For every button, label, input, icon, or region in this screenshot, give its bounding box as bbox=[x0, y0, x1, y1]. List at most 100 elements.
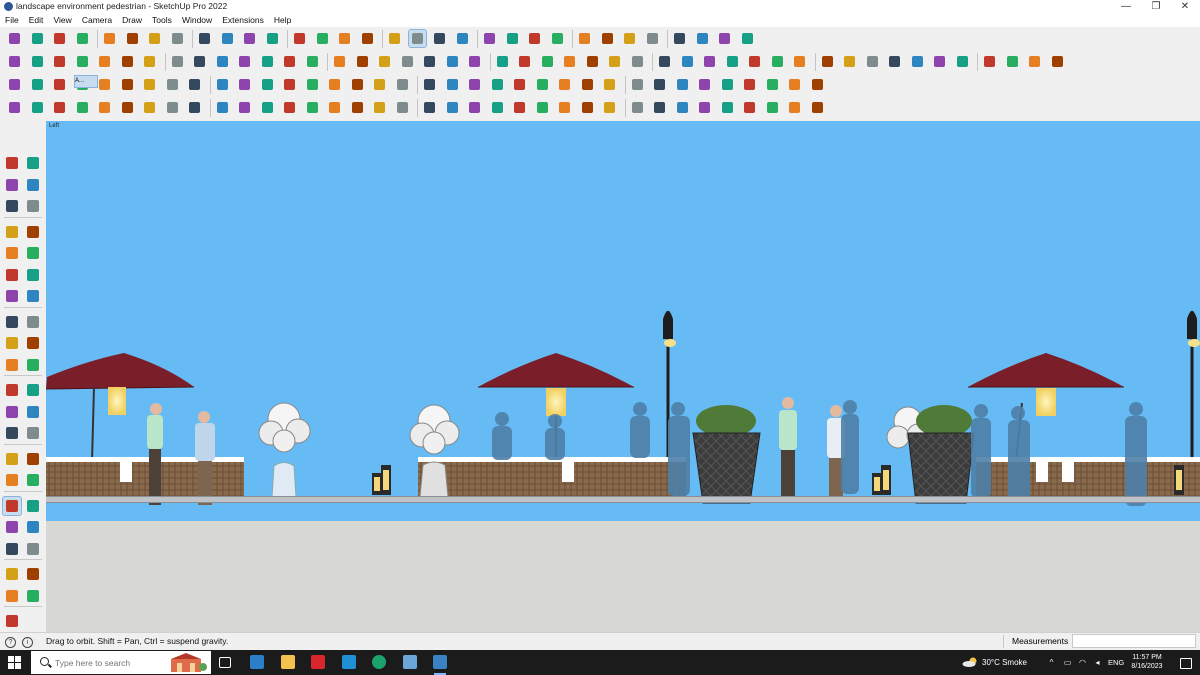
row4-tool-icon[interactable] bbox=[74, 99, 91, 116]
row2-tool-icon[interactable] bbox=[399, 53, 416, 70]
menu-help[interactable]: Help bbox=[274, 14, 291, 27]
row4-tool-icon[interactable] bbox=[259, 99, 276, 116]
row2-tool-icon[interactable] bbox=[1004, 53, 1021, 70]
volume-icon[interactable]: ◂ bbox=[1093, 658, 1102, 667]
row2-tool-icon[interactable] bbox=[421, 53, 438, 70]
row2-tool-icon[interactable] bbox=[864, 53, 881, 70]
orbit-icon[interactable] bbox=[24, 154, 42, 172]
row2-tool-icon[interactable] bbox=[516, 53, 533, 70]
row4-tool-icon[interactable] bbox=[719, 99, 736, 116]
section-plane-icon[interactable] bbox=[24, 565, 42, 583]
row2-tool-icon[interactable] bbox=[191, 53, 208, 70]
paint-bucket-icon[interactable] bbox=[3, 176, 21, 194]
autocad-icon[interactable] bbox=[309, 653, 327, 671]
row3-tool-icon[interactable] bbox=[444, 76, 461, 93]
rotated-rectangle-icon[interactable] bbox=[24, 244, 42, 262]
row2-tool-icon[interactable] bbox=[679, 53, 696, 70]
protractor-icon[interactable] bbox=[3, 424, 21, 442]
row2-tool-icon[interactable] bbox=[354, 53, 371, 70]
row4-tool-icon[interactable] bbox=[29, 99, 46, 116]
row2-tool-icon[interactable] bbox=[981, 53, 998, 70]
notification-icon[interactable] bbox=[1180, 658, 1192, 669]
extension-icon[interactable] bbox=[549, 30, 566, 47]
subtract-icon[interactable] bbox=[671, 30, 688, 47]
section-plane-icon[interactable] bbox=[431, 30, 448, 47]
row4-tool-icon[interactable] bbox=[281, 99, 298, 116]
row2-tool-icon[interactable] bbox=[444, 53, 461, 70]
row3-tool-icon[interactable] bbox=[511, 76, 528, 93]
row2-tool-icon[interactable] bbox=[629, 53, 646, 70]
row2-tool-icon[interactable] bbox=[96, 53, 113, 70]
rotate-icon[interactable] bbox=[219, 30, 236, 47]
row2-tool-icon[interactable] bbox=[51, 53, 68, 70]
row3-tool-icon[interactable] bbox=[696, 76, 713, 93]
zoom-icon[interactable] bbox=[386, 30, 403, 47]
row3-tool-icon[interactable] bbox=[601, 76, 618, 93]
circle-icon[interactable] bbox=[3, 266, 21, 284]
row2-tool-icon[interactable] bbox=[886, 53, 903, 70]
photos-icon[interactable] bbox=[340, 653, 358, 671]
freehand-icon[interactable] bbox=[24, 223, 42, 241]
row3-tool-icon[interactable] bbox=[281, 76, 298, 93]
row3-tool-icon[interactable] bbox=[764, 76, 781, 93]
rectangle-icon[interactable] bbox=[3, 244, 21, 262]
move-icon[interactable] bbox=[3, 334, 21, 352]
pan-icon[interactable] bbox=[24, 471, 42, 489]
row3-tool-icon[interactable] bbox=[236, 76, 253, 93]
row2-tool-icon[interactable] bbox=[169, 53, 186, 70]
close-button[interactable]: ✕ bbox=[1170, 0, 1200, 14]
calculator-icon[interactable] bbox=[248, 653, 266, 671]
restore-button[interactable]: ❐ bbox=[1141, 0, 1171, 14]
row4-tool-icon[interactable] bbox=[696, 99, 713, 116]
pencil-icon[interactable] bbox=[74, 30, 91, 47]
row2-tool-icon[interactable] bbox=[1049, 53, 1066, 70]
row2-tool-icon[interactable] bbox=[331, 53, 348, 70]
clock[interactable]: 11:57 PM 8/16/2023 bbox=[1128, 653, 1166, 671]
edge-icon[interactable] bbox=[370, 653, 388, 671]
menu-view[interactable]: View bbox=[53, 14, 71, 27]
row4-tool-icon[interactable] bbox=[629, 99, 646, 116]
row3-tool-icon[interactable] bbox=[96, 76, 113, 93]
row3-tool-icon[interactable] bbox=[534, 76, 551, 93]
row2-tool-icon[interactable] bbox=[119, 53, 136, 70]
row2-tool-icon[interactable] bbox=[466, 53, 483, 70]
row3-tool-icon[interactable] bbox=[304, 76, 321, 93]
two-point-arc-icon[interactable] bbox=[24, 287, 42, 305]
hand-icon[interactable] bbox=[739, 30, 756, 47]
dimension-icon[interactable] bbox=[24, 403, 42, 421]
row4-tool-icon[interactable] bbox=[764, 99, 781, 116]
sandbox-icon[interactable] bbox=[599, 30, 616, 47]
pan-icon[interactable] bbox=[359, 30, 376, 47]
row3-tool-icon[interactable] bbox=[651, 76, 668, 93]
row4-tool-icon[interactable] bbox=[141, 99, 158, 116]
tray-tab[interactable]: A... bbox=[74, 75, 98, 88]
axes-icon[interactable] bbox=[576, 30, 593, 47]
row2-tool-icon[interactable] bbox=[931, 53, 948, 70]
row2-tool-icon[interactable] bbox=[584, 53, 601, 70]
row3-tool-icon[interactable] bbox=[259, 76, 276, 93]
scale-icon[interactable] bbox=[3, 381, 21, 399]
text-icon[interactable] bbox=[24, 424, 42, 442]
undo-icon[interactable] bbox=[694, 30, 711, 47]
styles-icon[interactable] bbox=[3, 612, 21, 630]
three-point-arc-icon[interactable] bbox=[24, 313, 42, 331]
measurements-input[interactable] bbox=[1072, 634, 1196, 648]
search-icon[interactable] bbox=[6, 30, 23, 47]
row4-tool-icon[interactable] bbox=[394, 99, 411, 116]
walk-icon[interactable] bbox=[3, 565, 21, 583]
row3-tool-icon[interactable] bbox=[629, 76, 646, 93]
row2-tool-icon[interactable] bbox=[561, 53, 578, 70]
push-pull-icon[interactable] bbox=[24, 334, 42, 352]
orbit-icon[interactable] bbox=[3, 471, 21, 489]
row2-tool-icon[interactable] bbox=[841, 53, 858, 70]
row2-tool-icon[interactable] bbox=[539, 53, 556, 70]
wifi-icon[interactable]: ◠ bbox=[1078, 658, 1087, 667]
polygon-icon[interactable] bbox=[24, 266, 42, 284]
lasso-icon[interactable] bbox=[101, 30, 118, 47]
row3-tool-icon[interactable] bbox=[489, 76, 506, 93]
row4-tool-icon[interactable] bbox=[349, 99, 366, 116]
offset-icon[interactable] bbox=[24, 381, 42, 399]
push-pull-icon[interactable] bbox=[146, 30, 163, 47]
menu-file[interactable]: File bbox=[5, 14, 19, 27]
row4-tool-icon[interactable] bbox=[304, 99, 321, 116]
